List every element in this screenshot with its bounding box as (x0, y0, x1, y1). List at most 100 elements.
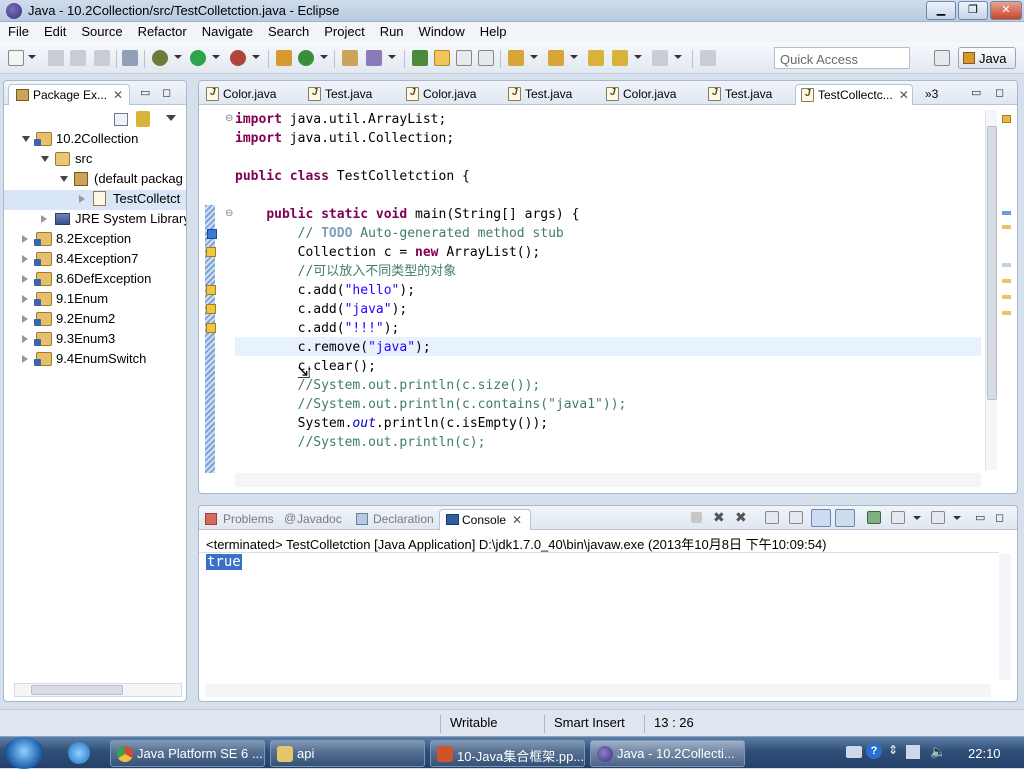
maximize-icon[interactable]: ◻ (995, 86, 1004, 99)
tab-declaration[interactable]: Declaration (351, 509, 434, 530)
back-icon[interactable] (612, 50, 628, 66)
tab-javadoc[interactable]: @ Javadoc (281, 509, 342, 530)
open-type-icon[interactable] (342, 50, 358, 66)
expand-arrow-icon[interactable] (22, 335, 28, 343)
menu-project[interactable]: Project (316, 22, 371, 39)
forward-dropdown-icon[interactable] (674, 55, 682, 59)
tab-package-explorer[interactable]: Package Ex... ✕ (8, 84, 130, 105)
console-vertical-scrollbar[interactable] (999, 554, 1011, 680)
help-icon[interactable]: ? (866, 743, 882, 759)
editor-tab-test-java[interactable]: Test.java (303, 84, 372, 105)
menu-source[interactable]: Source (73, 22, 129, 39)
open-console-dropdown-icon[interactable] (953, 516, 961, 520)
new-class-dropdown-icon[interactable] (320, 55, 328, 59)
tree-item[interactable]: src (4, 150, 186, 170)
overview-occurrence-marker[interactable] (1002, 263, 1011, 267)
java-perspective-button[interactable]: Java (958, 47, 1016, 69)
expand-arrow-icon[interactable] (22, 315, 28, 323)
skip-breakpoints-icon[interactable] (122, 50, 138, 66)
expand-arrow-icon[interactable] (22, 255, 28, 263)
tree-item[interactable]: (default packag (4, 170, 186, 190)
expand-arrow-icon[interactable] (22, 295, 28, 303)
new-dropdown-icon[interactable] (28, 55, 36, 59)
display-console-icon[interactable] (891, 511, 905, 524)
fold-method-icon[interactable]: ⊖ (225, 208, 233, 219)
collapse-arrow-icon[interactable] (22, 136, 30, 142)
minimize-icon[interactable]: ▭ (975, 511, 985, 524)
print-icon[interactable] (94, 50, 110, 66)
collapse-arrow-icon[interactable] (41, 156, 49, 162)
tree-item[interactable]: 8.6DefException (4, 270, 186, 290)
menu-help[interactable]: Help (472, 22, 514, 39)
start-button[interactable] (4, 737, 44, 769)
scroll-thumb[interactable] (31, 685, 123, 695)
prev-annotation-dropdown-icon[interactable] (570, 55, 578, 59)
expand-arrow-icon[interactable] (22, 355, 28, 363)
overview-warning-marker[interactable] (1002, 279, 1011, 283)
volume-icon[interactable]: 🔈 (930, 744, 946, 760)
expand-arrow-icon[interactable] (22, 275, 28, 283)
editor-tab-color-java[interactable]: Color.java (201, 84, 276, 105)
menu-window[interactable]: Window (411, 22, 472, 39)
menu-refactor[interactable]: Refactor (130, 22, 194, 39)
next-annotation-icon[interactable] (508, 50, 524, 66)
menu-edit[interactable]: Edit (36, 22, 73, 39)
show-whitespace-icon[interactable] (478, 50, 494, 66)
close-icon[interactable]: ✕ (113, 88, 123, 102)
overview-warning-marker[interactable] (1002, 295, 1011, 299)
tree-item[interactable]: TestColletct (4, 190, 186, 210)
forward-icon[interactable] (652, 50, 668, 66)
tab-problems[interactable]: Problems (201, 509, 274, 530)
clock[interactable]: 22:10 (968, 746, 1001, 761)
tree-item[interactable]: 8.2Exception (4, 230, 186, 250)
maximize-button[interactable]: ❐ (958, 1, 988, 20)
maximize-icon[interactable]: ◻ (162, 86, 171, 99)
taskbar-item-powerpoint[interactable]: 10-Java集合框架.pp... (430, 740, 585, 767)
tab-overflow-button[interactable]: »3 (921, 84, 938, 105)
menu-search[interactable]: Search (260, 22, 316, 39)
new-class-icon[interactable] (298, 50, 314, 66)
display-console-dropdown-icon[interactable] (913, 516, 921, 520)
tray-arrows-icon[interactable]: ⇕ (888, 743, 898, 757)
editor-tab-testcollection-java[interactable]: TestCollectc... ✕ (795, 84, 913, 105)
taskbar-item-api[interactable]: api (270, 740, 425, 767)
taskbar-item-eclipse[interactable]: Java - 10.2Collecti... (590, 740, 745, 767)
overview-task-marker[interactable] (1002, 211, 1011, 215)
keyboard-icon[interactable] (846, 746, 862, 758)
quick-access-input[interactable]: Quick Access (774, 47, 910, 69)
fold-import-icon[interactable]: ⊖ (225, 113, 233, 124)
new-java-project-icon[interactable] (276, 50, 292, 66)
editor-vertical-scrollbar[interactable] (985, 110, 997, 470)
remove-launch-icon[interactable]: ✖ (713, 509, 725, 526)
network-icon[interactable] (906, 745, 920, 759)
horizontal-scrollbar[interactable] (14, 683, 182, 697)
new-icon[interactable] (8, 50, 24, 66)
show-on-error-icon[interactable] (835, 509, 855, 527)
taskbar-item-chrome[interactable]: Java Platform SE 6 ... (110, 740, 265, 767)
warning-marker-icon[interactable] (206, 323, 216, 333)
run-dropdown-icon[interactable] (212, 55, 220, 59)
minimize-icon[interactable]: ▭ (140, 86, 150, 99)
task-marker-icon[interactable] (207, 229, 217, 239)
tree-item[interactable]: 9.4EnumSwitch (4, 350, 186, 370)
editor-tab-color-java[interactable]: Color.java (401, 84, 476, 105)
menu-file[interactable]: File (0, 22, 36, 39)
external-tools-dropdown-icon[interactable] (252, 55, 260, 59)
expand-arrow-icon[interactable] (41, 215, 47, 223)
open-perspective-icon[interactable] (934, 50, 950, 66)
block-selection-icon[interactable] (456, 50, 472, 66)
clear-console-icon[interactable] (765, 511, 779, 524)
code-editor[interactable]: import java.util.ArrayList; import java.u… (235, 110, 626, 452)
overview-warning-marker[interactable] (1002, 225, 1011, 229)
console-output[interactable]: true (206, 554, 242, 570)
debug-dropdown-icon[interactable] (174, 55, 182, 59)
close-tab-icon[interactable]: ✕ (512, 513, 522, 527)
last-edit-location-icon[interactable] (588, 50, 604, 66)
console-horizontal-scrollbar[interactable] (205, 684, 991, 697)
editor-tab-color-java[interactable]: Color.java (601, 84, 676, 105)
editor-tab-test-java[interactable]: Test.java (703, 84, 772, 105)
tree-item[interactable]: 9.1Enum (4, 290, 186, 310)
external-tools-icon[interactable] (230, 50, 246, 66)
menu-run[interactable]: Run (372, 22, 411, 39)
warning-marker-icon[interactable] (206, 247, 216, 257)
